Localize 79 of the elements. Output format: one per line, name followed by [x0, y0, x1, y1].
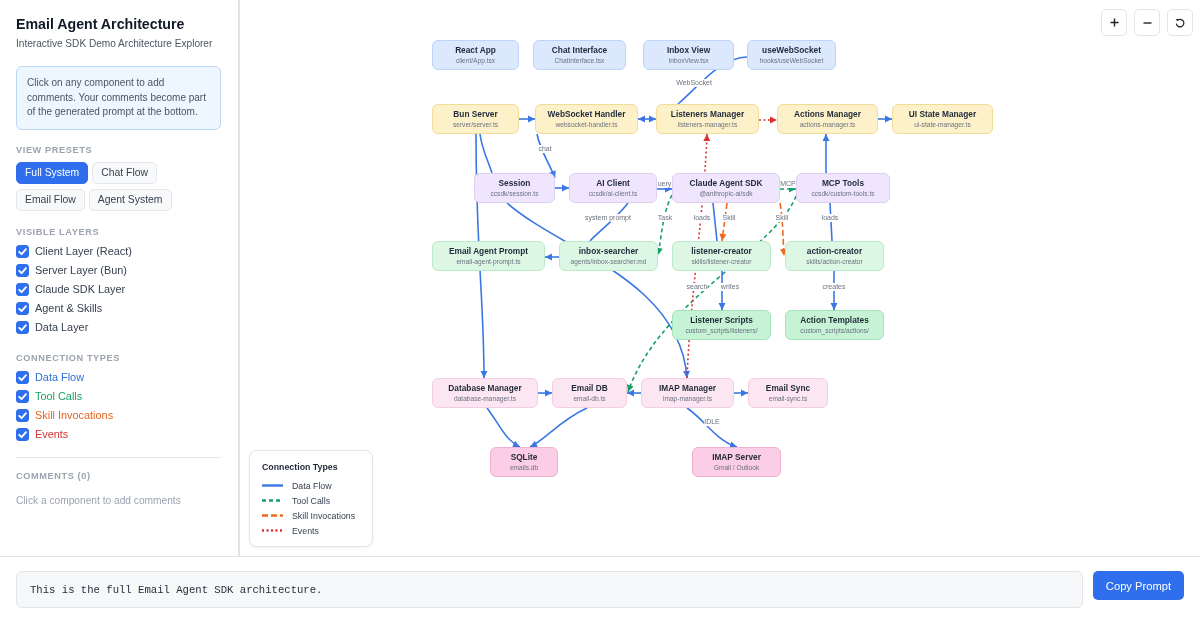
- checkbox[interactable]: [16, 244, 29, 258]
- layer-label: Claude SDK Layer: [35, 283, 126, 295]
- connection-type-label: Skill Invocations: [35, 409, 114, 421]
- connection-type-label: Data Flow: [35, 371, 85, 383]
- component-name: MCP Tools: [821, 178, 865, 188]
- legend-title: Connection Types: [262, 461, 339, 473]
- legend-label: Skill Invocations: [292, 510, 356, 521]
- tool-call-arrow: [779, 185, 797, 193]
- prompt-field[interactable]: This is the full Email Agent SDK architecture.: [16, 571, 1083, 608]
- data-flow-arrow: [486, 407, 521, 448]
- section-heading: CONNECTION TYPES: [16, 351, 121, 364]
- component-name: Email DB: [571, 383, 608, 393]
- component-name: SQLite: [510, 452, 538, 462]
- section-heading: VIEW PRESETS: [16, 143, 93, 156]
- checkbox[interactable]: [16, 389, 29, 403]
- component-name: React App: [455, 45, 496, 55]
- zoom-in-button[interactable]: [1101, 9, 1127, 36]
- checkbox[interactable]: [16, 427, 29, 441]
- copy-prompt-button[interactable]: Copy Prompt: [1093, 571, 1184, 600]
- dotted-line-icon: [262, 529, 283, 532]
- legend-label: Data Flow: [292, 480, 332, 491]
- data-flow-line: [712, 202, 718, 242]
- component-name: Claude Agent SDK: [689, 178, 763, 188]
- app-title: Email Agent Architecture: [16, 15, 185, 34]
- layer-label: Data Layer: [35, 321, 89, 333]
- component-name: Action Templates: [800, 315, 869, 325]
- info-note: Click on any component to add comments. Your comments become part of the generated prompt at the bottom.: [16, 66, 221, 130]
- checkbox[interactable]: [16, 301, 29, 315]
- component-name: IMAP Server: [712, 452, 761, 462]
- layer-label: Agent & Skills: [35, 302, 103, 314]
- component-name: Session: [498, 178, 531, 188]
- component-name: Database Manager: [448, 383, 522, 393]
- component-name: WebSocket Handler: [547, 109, 626, 119]
- component-name: Email Agent Prompt: [449, 246, 528, 256]
- preset-button[interactable]: Full System: [16, 161, 89, 184]
- event-arrow: [758, 116, 778, 124]
- connection-type-label: Tool Calls: [35, 390, 83, 402]
- component-name: Chat Interface: [551, 45, 608, 55]
- data-flow-line: [479, 133, 493, 174]
- component-name: IMAP Manager: [659, 383, 716, 393]
- checkbox[interactable]: [16, 370, 29, 384]
- component-name: UI State Manager: [908, 109, 977, 119]
- preset-button[interactable]: Chat Flow: [92, 161, 158, 184]
- data-flow-arrow: [822, 133, 830, 174]
- checkbox[interactable]: [16, 320, 29, 334]
- data-flow-arrow: [529, 407, 588, 448]
- connection-type-label: Events: [35, 428, 69, 440]
- component-name: inbox-searcher: [578, 246, 639, 256]
- section-heading: COMMENTS (0): [16, 469, 91, 482]
- component-name: Bun Server: [453, 109, 498, 119]
- component-name: useWebSocket: [762, 45, 821, 55]
- component-name: Actions Manager: [794, 109, 861, 119]
- preset-button[interactable]: Email Flow: [16, 188, 85, 211]
- solid-line-icon: [262, 484, 283, 487]
- reset-icon: [1175, 17, 1185, 28]
- checkbox[interactable]: [16, 408, 29, 422]
- app-subtitle: Interactive SDK Demo Architecture Explorer: [16, 37, 213, 51]
- component-name: Listeners Manager: [670, 109, 745, 119]
- data-flow-arrow: [686, 407, 738, 449]
- component-name: Inbox View: [666, 45, 711, 55]
- reset-view-button[interactable]: [1167, 9, 1193, 36]
- minus-icon: [1142, 21, 1152, 24]
- empty-comments-text: Click a component to add comments: [16, 493, 181, 508]
- dashed-line-icon: [262, 499, 283, 502]
- legend-label: Tool Calls: [292, 495, 331, 506]
- checkbox[interactable]: [16, 263, 29, 277]
- component-name: listener-creator: [691, 246, 752, 256]
- component-name: Email Sync: [765, 383, 811, 393]
- component-name: Listener Scripts: [690, 315, 753, 325]
- component-name: action-creator: [806, 246, 863, 256]
- layer-label: Client Layer (React): [35, 245, 132, 257]
- section-heading: VISIBLE LAYERS: [16, 225, 100, 238]
- preset-button[interactable]: Agent System: [88, 188, 172, 211]
- plus-icon: [1109, 18, 1119, 27]
- checkbox[interactable]: [16, 282, 29, 296]
- layer-label: Server Layer (Bun): [35, 264, 127, 276]
- legend-label: Events: [292, 525, 319, 536]
- dashed-line-icon: [262, 514, 283, 517]
- component-name: AI Client: [596, 178, 630, 188]
